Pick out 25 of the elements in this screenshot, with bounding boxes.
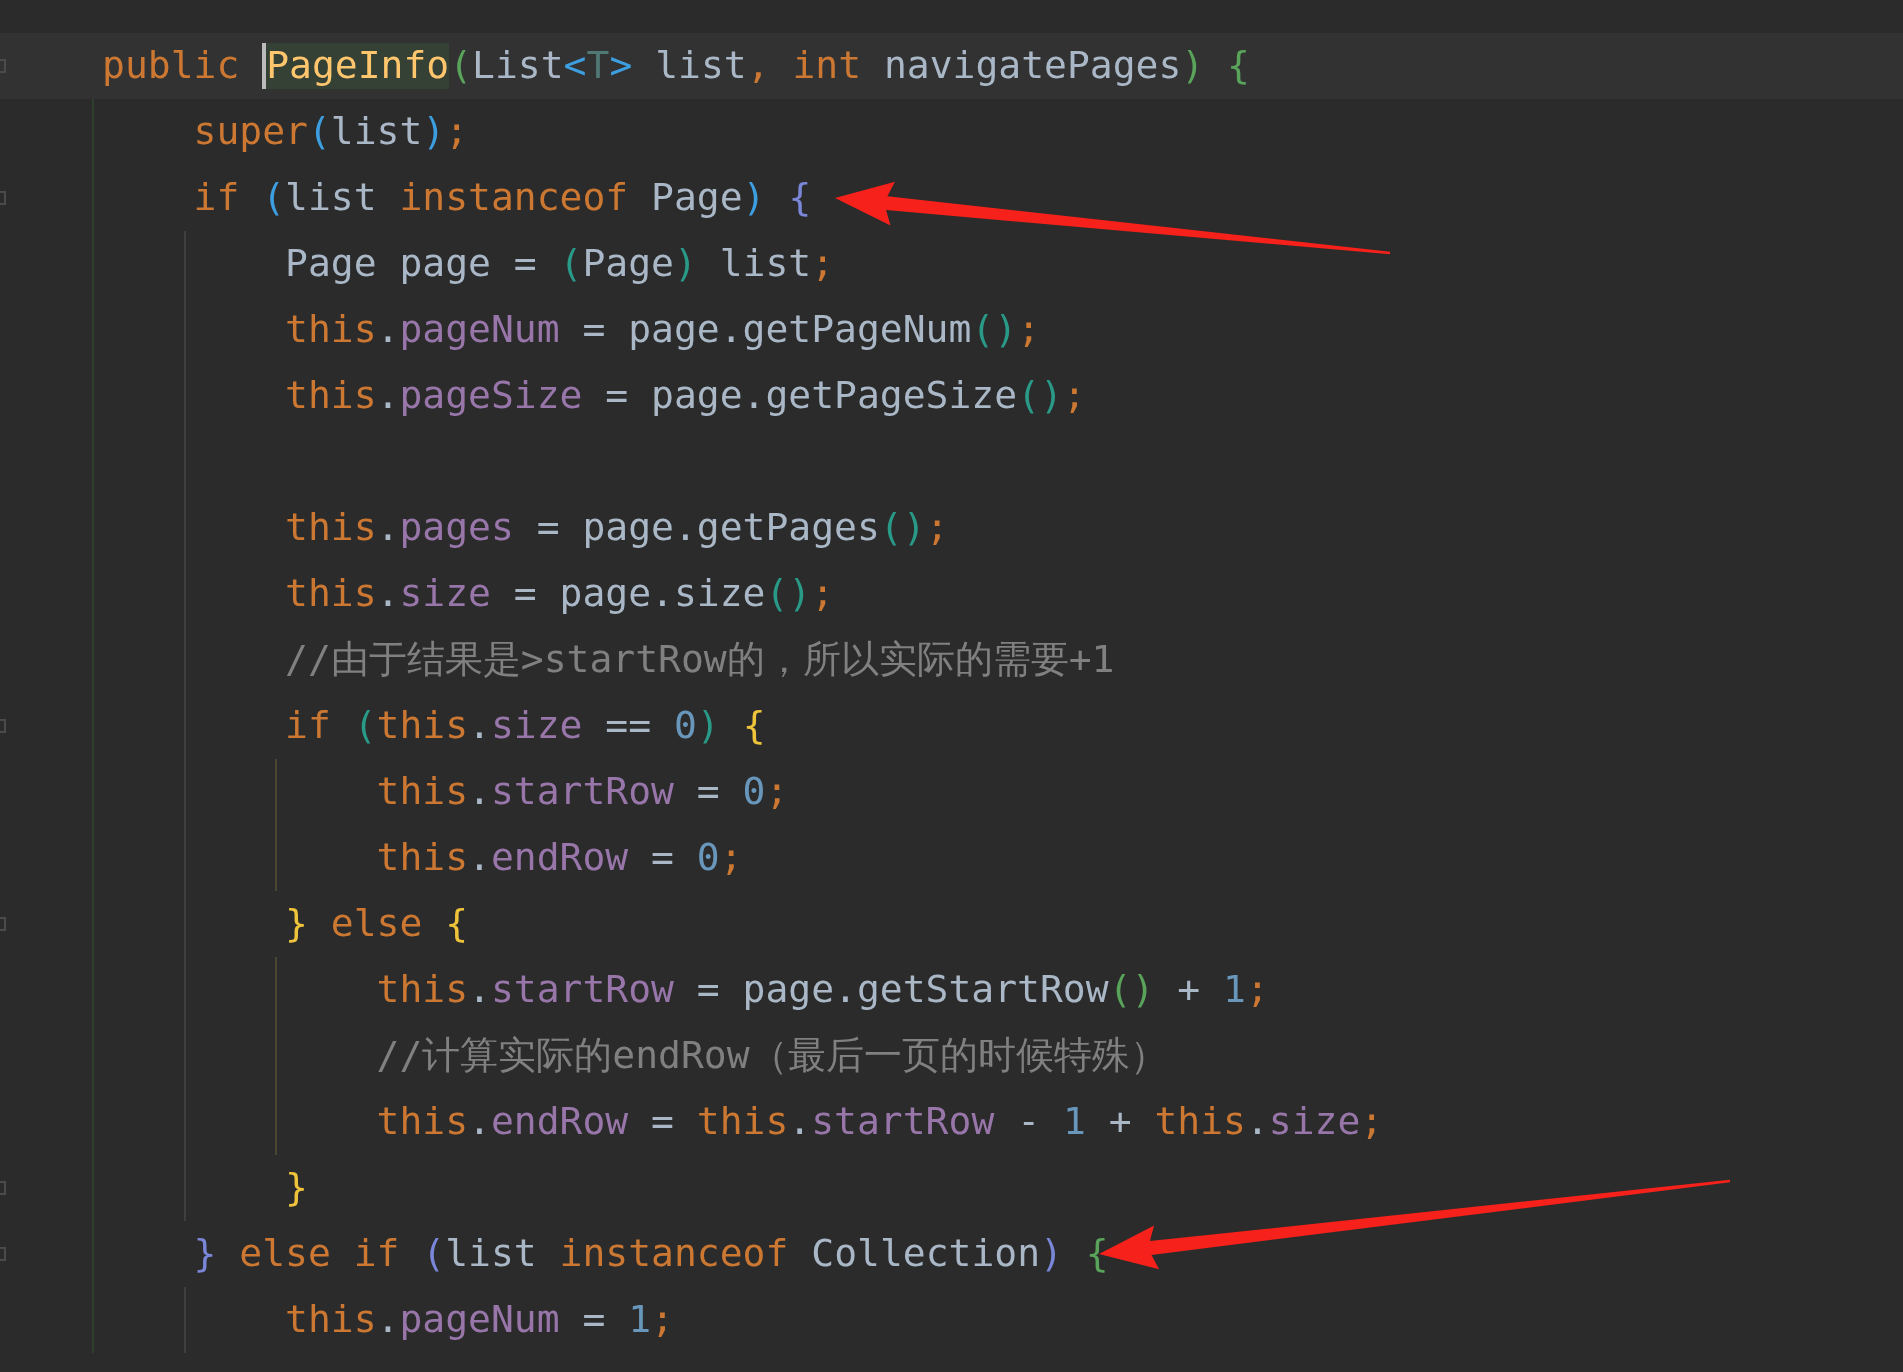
code-line: //由于结果是>startRow的，所以实际的需要+1 — [285, 637, 1115, 683]
code-line: this.pageSize = page.getPageSize(); — [285, 373, 1086, 419]
code-line: this.size = page.size(); — [285, 571, 835, 617]
fold-marker-icon[interactable] — [0, 191, 6, 205]
code-line: } else { — [285, 901, 469, 947]
code-line: this.pages = page.getPages(); — [285, 505, 949, 551]
fold-marker-icon[interactable] — [0, 719, 6, 733]
fold-marker-icon[interactable] — [0, 59, 6, 73]
code-line: Page page = (Page) list; — [285, 241, 835, 287]
code-line: this.endRow = 0; — [376, 835, 743, 881]
fold-marker-icon[interactable] — [0, 1181, 6, 1195]
code-line: } else if (list instanceof Collection) { — [193, 1231, 1109, 1277]
code-line: public PageInfo(List<T> list, int navigatePages) { — [102, 43, 1250, 89]
code-line: this.endRow = this.startRow - 1 + this.size; — [376, 1099, 1384, 1145]
fold-marker-icon[interactable] — [0, 917, 6, 931]
code-line: super(list); — [193, 109, 469, 155]
code-line: if (list instanceof Page) { — [193, 175, 812, 221]
code-line: this.pageNum = 1; — [285, 1297, 674, 1343]
code-line: this.startRow = page.getStartRow() + 1; — [376, 967, 1269, 1013]
code-line: //计算实际的endRow（最后一页的时候特殊） — [376, 1033, 1168, 1079]
code-line: } — [285, 1165, 308, 1211]
fold-marker-icon[interactable] — [0, 1247, 6, 1261]
code-line: this.pageNum = page.getPageNum(); — [285, 307, 1041, 353]
code-line: this.startRow = 0; — [376, 769, 789, 815]
code-line: if (this.size == 0) { — [285, 703, 766, 749]
